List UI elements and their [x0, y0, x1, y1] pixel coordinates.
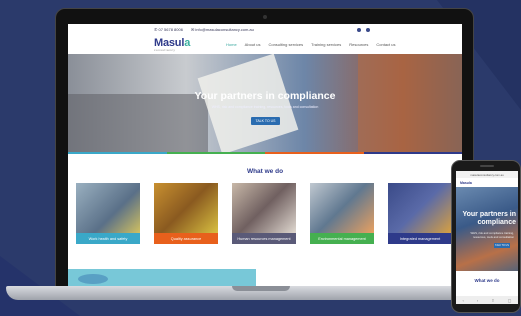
tabs-icon[interactable]: ▢ [508, 298, 512, 303]
section-title: What we do [246, 168, 284, 175]
phone-section-title: What we do [474, 278, 500, 283]
menu-item-about[interactable]: About us [245, 42, 261, 47]
phone-hero: Your partners in compliance WHS, risk an… [456, 187, 518, 271]
phone-link[interactable]: ✆ 07 5678 8006 [154, 27, 183, 32]
hero-photo-person [358, 54, 462, 152]
menu-item-consulting[interactable]: Consulting services [268, 42, 303, 47]
menu-item-resources[interactable]: Resources [349, 42, 368, 47]
card-label: Work health and safety [76, 233, 140, 244]
hero-banner: Your partners in compliance WHS, risk an… [68, 54, 462, 152]
stripe-segment [265, 152, 364, 154]
phone-browser-toolbar: ‹ › ⇪ ▢ [456, 296, 518, 304]
email-address: info@masulaconsultancy.com.au [195, 27, 254, 32]
service-card-quality[interactable]: Quality assurance [154, 183, 218, 244]
back-icon[interactable]: ‹ [463, 298, 464, 303]
phone-hero-subtitle: WHS, risk and compliance training, resou… [470, 231, 514, 239]
card-image [76, 183, 140, 233]
hero-subtitle: WHS, risk and compliance training, resou… [211, 105, 319, 109]
phone-device: masulaconsultancy.com.au Masula Your par… [451, 160, 521, 313]
phone-logo[interactable]: Masula [456, 178, 518, 187]
phone-number: 07 5678 8006 [158, 27, 183, 32]
card-label: Quality assurance [154, 233, 218, 244]
main-menu: Home About us Consulting services Traini… [226, 42, 396, 47]
social-links [357, 27, 370, 32]
phone-screen: masulaconsultancy.com.au Masula Your par… [456, 171, 518, 304]
facebook-icon[interactable] [357, 27, 361, 32]
menu-item-contact[interactable]: Contact us [376, 42, 395, 47]
forward-icon[interactable]: › [477, 298, 478, 303]
talk-to-us-button[interactable]: TALK TO US [251, 117, 280, 125]
logo-accent: a [184, 36, 191, 49]
card-image [388, 183, 452, 233]
phone-hero-title: Your partners in compliance [462, 211, 516, 226]
laptop-notch [232, 286, 290, 291]
hero-photo-detail [68, 94, 208, 152]
services-cards: Work health and safety Quality assurance… [68, 183, 462, 244]
card-label: Human resources management [232, 233, 296, 244]
map-decoration [78, 274, 108, 284]
menu-item-training[interactable]: Training services [311, 42, 341, 47]
color-stripe [68, 152, 462, 154]
service-card-integrated[interactable]: Integrated management [388, 183, 452, 244]
service-card-hr[interactable]: Human resources management [232, 183, 296, 244]
hero-photo-clipboard [197, 54, 299, 152]
hero-title: Your partners in compliance [194, 90, 336, 102]
service-card-environmental[interactable]: Environmental management [310, 183, 374, 244]
email-link[interactable]: ✉ info@masulaconsultancy.com.au [191, 27, 254, 32]
site-nav: Masula consultancy Home About us Consult… [68, 35, 462, 54]
card-image [154, 183, 218, 233]
contact-info: ✆ 07 5678 8006 ✉ info@masulaconsultancy.… [154, 27, 254, 32]
logo-text: Masul [154, 36, 185, 49]
card-label: Environmental management [310, 233, 374, 244]
card-image [310, 183, 374, 233]
site-topbar: ✆ 07 5678 8006 ✉ info@masulaconsultancy.… [68, 24, 462, 35]
laptop-device: ✆ 07 5678 8006 ✉ info@masulaconsultancy.… [55, 8, 474, 292]
stripe-segment [363, 152, 462, 154]
phone-url-bar[interactable]: masulaconsultancy.com.au [456, 171, 518, 178]
laptop-camera [262, 15, 267, 19]
laptop-screen: ✆ 07 5678 8006 ✉ info@masulaconsultancy.… [68, 24, 462, 286]
menu-item-home[interactable]: Home [226, 42, 237, 47]
phone-speaker [480, 165, 494, 167]
phone-talk-button[interactable]: TALK TO US [494, 243, 510, 248]
stripe-segment [68, 152, 167, 154]
service-card-whs[interactable]: Work health and safety [76, 183, 140, 244]
stripe-segment [166, 152, 265, 154]
card-label: Integrated management [388, 233, 452, 244]
site-logo[interactable]: Masula consultancy [154, 36, 191, 52]
linkedin-icon[interactable] [366, 27, 370, 32]
share-icon[interactable]: ⇪ [491, 298, 494, 303]
card-image [232, 183, 296, 233]
